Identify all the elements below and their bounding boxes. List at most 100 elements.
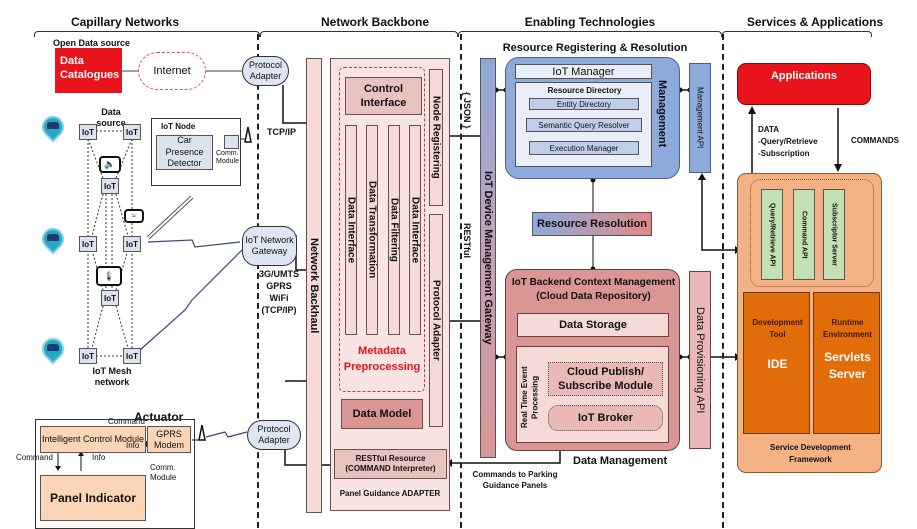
actuator-comm-module: Comm. Module: [150, 463, 177, 483]
line-tcpip: [282, 85, 306, 124]
mesh-label: IoT Mesh network: [92, 366, 132, 387]
applications-box: Applications: [737, 63, 871, 105]
iot-node-label: IoT Node: [161, 122, 196, 131]
node-registering: Node Registering: [429, 69, 443, 206]
wireless-link-1: [147, 239, 241, 248]
signal-icon: ≈: [124, 209, 144, 223]
data-transformation-column: Data Transformation: [366, 125, 378, 335]
car-presence-detector: Car Presence Detector: [156, 135, 213, 170]
protocol-adapter-top: Protocol Adapter: [242, 56, 289, 86]
node-registering-label: Node Registering: [430, 96, 442, 179]
development-tool-label: Development Tool: [752, 318, 803, 339]
gateway-protocols: 3G/UMTS GPRS WiFi (TCP/IP): [258, 268, 300, 317]
protocol-adapter-column: Protocol Adapter: [429, 214, 443, 427]
open-data-label: Open Data source: [53, 38, 131, 48]
data-storage: Data Storage: [517, 313, 669, 337]
iot-node: IoT: [123, 124, 141, 140]
bracket-services: [722, 31, 872, 37]
panel-guidance-label: Panel Guidance ADAPTER: [339, 489, 441, 498]
framework-label: Service Development Framework: [770, 443, 851, 464]
info-label-left: Info: [92, 453, 106, 462]
data-provisioning-api: Data Provisioning API: [689, 271, 711, 449]
command-api: Command API: [793, 189, 815, 280]
semantic-query-resolver: Semantic Query Resolver: [526, 118, 642, 132]
bracket-capillary: [34, 31, 260, 37]
data-label: DATA: [758, 125, 780, 134]
internet-cloud: Internet: [138, 52, 206, 90]
column-label: Data Interface: [345, 196, 357, 264]
development-tool-box: Development Tool IDE: [743, 292, 810, 434]
ide-label: IDE: [767, 357, 788, 371]
subscription-label: -Subscription: [758, 149, 810, 158]
protocol-wifi: WiFi: [269, 293, 289, 304]
panel-guidance-adapter: Control Interface Data Interface Data Tr…: [330, 58, 450, 511]
runtime-env-label: Runtime Environment: [823, 318, 872, 339]
iot-network-gateway: IoT Network Gateway: [242, 226, 297, 266]
servlets-server-label: Servlets Server: [824, 350, 871, 381]
data-filtering-column: Data Filtering: [388, 125, 400, 335]
management-api-label: Management API: [695, 87, 705, 149]
gprs-modem: GPRS Modem: [147, 426, 191, 453]
car-pin-icon-2: [37, 223, 69, 255]
iot-manager: IoT Manager: [515, 64, 652, 79]
iot-node-box: IoT Node Car Presence Detector Comm. Mod…: [151, 118, 241, 186]
command-label-left: Command: [16, 453, 53, 462]
entity-directory: Entity Directory: [529, 98, 639, 110]
data-interface-column-1: Data Interface: [345, 125, 357, 335]
iot-node: IoT: [101, 290, 119, 306]
comm-module-box: [224, 135, 239, 149]
json-label: { JSON }: [462, 92, 472, 129]
iot-node: IoT: [123, 236, 141, 252]
data-interface-column-2: Data Interface: [409, 125, 421, 335]
section-enabling: Enabling Technologies: [524, 15, 656, 29]
api-label: Subscriptor Server: [830, 202, 838, 267]
protocol-3g: 3G/UMTS: [258, 269, 299, 279]
iot-broker: IoT Broker: [548, 405, 663, 431]
section-backbone: Network Backbone: [320, 15, 430, 29]
runtime-environment-box: Runtime Environment Servlets Server: [813, 292, 880, 434]
section-services: Services & Applications: [746, 15, 884, 29]
management-api: Management API: [689, 63, 711, 173]
tcp-ip-label: TCP/IP: [267, 127, 297, 137]
line-gateway-backhaul: [295, 235, 306, 271]
bracket-backbone: [260, 31, 458, 37]
rrr-title: Resource Registering & Resolution: [502, 42, 688, 54]
restful-label: RESTful: [462, 223, 472, 258]
protocol-gprs: GPRS: [266, 281, 292, 292]
actuator-box: Intelligent Control Module GPRS Modem Pa…: [35, 419, 195, 529]
execution-manager: Execution Manager: [529, 141, 639, 155]
section-capillary: Capillary Networks: [70, 15, 180, 29]
query-retrieve-api: Query/Retrieve API: [761, 189, 783, 280]
data-query-labels: DATA -Query/Retrieve -Subscription: [758, 124, 818, 160]
commands-to-panels-label: Commands to Parking Guidance Panels: [472, 470, 558, 491]
iot-node: IoT: [101, 178, 119, 194]
info-label-mid: Info: [126, 441, 140, 450]
subscriptor-server: Subscriptor Server: [823, 189, 845, 280]
backend-context-management: IoT Backend Context Management (Cloud Da…: [505, 269, 680, 451]
backend-title: IoT Backend Context Management (Cloud Da…: [511, 277, 676, 302]
management-block: IoT Manager Resource Directory Entity Di…: [505, 57, 680, 179]
resource-resolution: Resource Resolution: [532, 212, 652, 236]
protocol-tcpip: (TCP/IP): [261, 305, 297, 316]
service-development-framework: Query/Retrieve API Command API Subscript…: [737, 173, 882, 473]
cloud-pubsub-module: Cloud Publish/ Subscribe Module: [548, 362, 663, 396]
column-label: Data Filtering: [388, 198, 400, 262]
line-mgmt-api-services: [701, 178, 735, 251]
iot-node: IoT: [79, 124, 97, 140]
column-label: Data Transformation: [366, 181, 378, 279]
management-label: Management: [656, 80, 668, 148]
iot-node: IoT: [79, 236, 97, 252]
comm-module-label: Comm. Module: [216, 150, 239, 166]
data-catalogues-box: Data Catalogues: [55, 48, 122, 93]
car-pin-icon-1: [37, 111, 69, 143]
resource-directory: Resource Directory Entity Directory Sema…: [515, 82, 652, 167]
metadata-preprocessing-label: Metadata Preprocessing: [343, 345, 421, 373]
data-model: Data Model: [341, 399, 423, 429]
commands-label: COMMANDS: [851, 136, 899, 145]
column-label: Data Interface: [409, 196, 421, 264]
line-backhaul-adapter: [285, 380, 306, 382]
command-label-top: Command: [108, 417, 145, 426]
control-interface: Control Interface: [345, 77, 422, 115]
protocol-adapter-bottom: Protocol Adapter: [247, 420, 301, 450]
query-retrieve-label: -Query/Retrieve: [758, 137, 818, 146]
